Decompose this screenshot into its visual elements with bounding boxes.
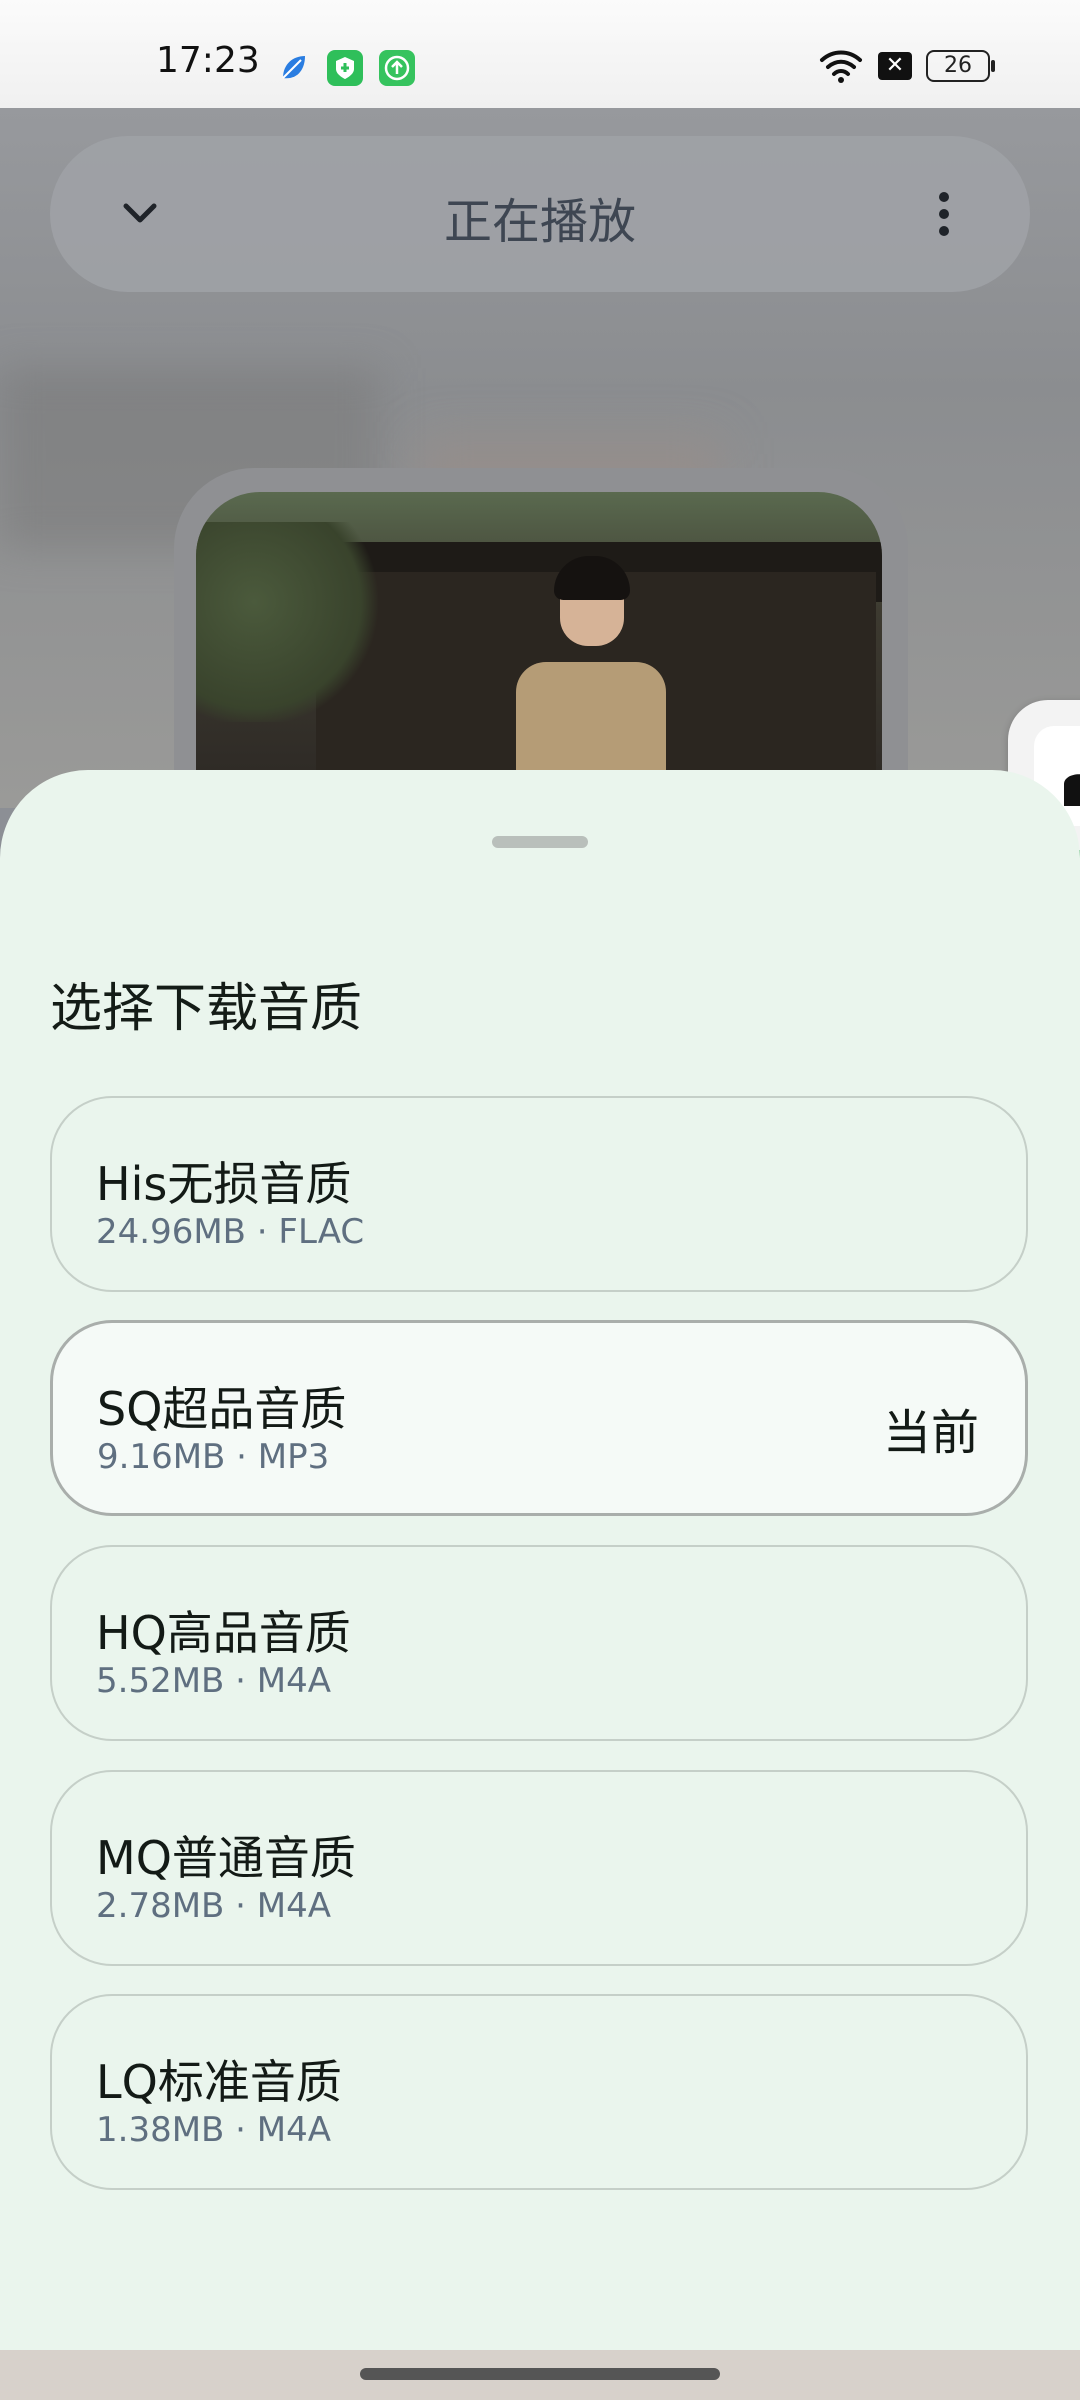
quality-option-name: HQ高品音质 <box>96 1606 351 1660</box>
quality-option-hq[interactable]: HQ高品音质 5.52MB · M4A <box>50 1545 1028 1741</box>
status-time: 17:23 <box>156 40 260 81</box>
drag-handle[interactable] <box>492 836 588 848</box>
quality-option-lq[interactable]: LQ标准音质 1.38MB · M4A <box>50 1994 1028 2190</box>
quality-option-meta: 24.96MB · FLAC <box>96 1212 365 1252</box>
download-quality-sheet: 选择下载音质 His无损音质 24.96MB · FLAC SQ超品音质 9.1… <box>0 770 1080 2350</box>
quality-option-meta: 1.38MB · M4A <box>96 2110 332 2150</box>
album-cover <box>196 492 882 792</box>
status-bar: 17:23 ✕ 26 <box>0 0 1080 108</box>
quality-option-name: His无损音质 <box>96 1157 352 1211</box>
quality-option-meta: 9.16MB · MP3 <box>97 1437 330 1477</box>
album-cover-figure <box>516 556 666 792</box>
quality-option-name: MQ普通音质 <box>96 1831 356 1885</box>
upload-notification-icon <box>379 50 415 86</box>
screen: 17:23 ✕ 26 正在播放 选择下载音质 His无损音质 24.96MB ·… <box>0 0 1080 2400</box>
sheet-title: 选择下载音质 <box>50 979 363 1039</box>
player-title: 正在播放 <box>443 194 636 250</box>
wifi-icon <box>820 50 862 83</box>
no-sim-icon: ✕ <box>878 52 912 80</box>
app-notification-icon <box>275 50 311 86</box>
status-indicators: ✕ 26 <box>818 48 995 84</box>
quality-option-his[interactable]: His无损音质 24.96MB · FLAC <box>50 1096 1028 1292</box>
shield-notification-icon <box>327 50 363 86</box>
album-cover-detail <box>554 556 630 600</box>
current-badge: 当前 <box>882 1405 979 1461</box>
quality-option-meta: 5.52MB · M4A <box>96 1661 332 1701</box>
quality-option-name: LQ标准音质 <box>96 2055 342 2109</box>
quality-option-mq[interactable]: MQ普通音质 2.78MB · M4A <box>50 1770 1028 1966</box>
album-cover-detail <box>196 522 386 722</box>
player-top-bar: 正在播放 <box>50 136 1030 292</box>
quality-option-sq[interactable]: SQ超品音质 9.16MB · MP3 当前 <box>50 1320 1028 1516</box>
quality-option-name: SQ超品音质 <box>97 1382 347 1436</box>
quality-option-meta: 2.78MB · M4A <box>96 1886 332 1926</box>
more-vertical-icon[interactable] <box>918 188 970 240</box>
battery-icon: 26 <box>926 50 995 82</box>
home-gesture-handle[interactable] <box>360 2368 720 2380</box>
